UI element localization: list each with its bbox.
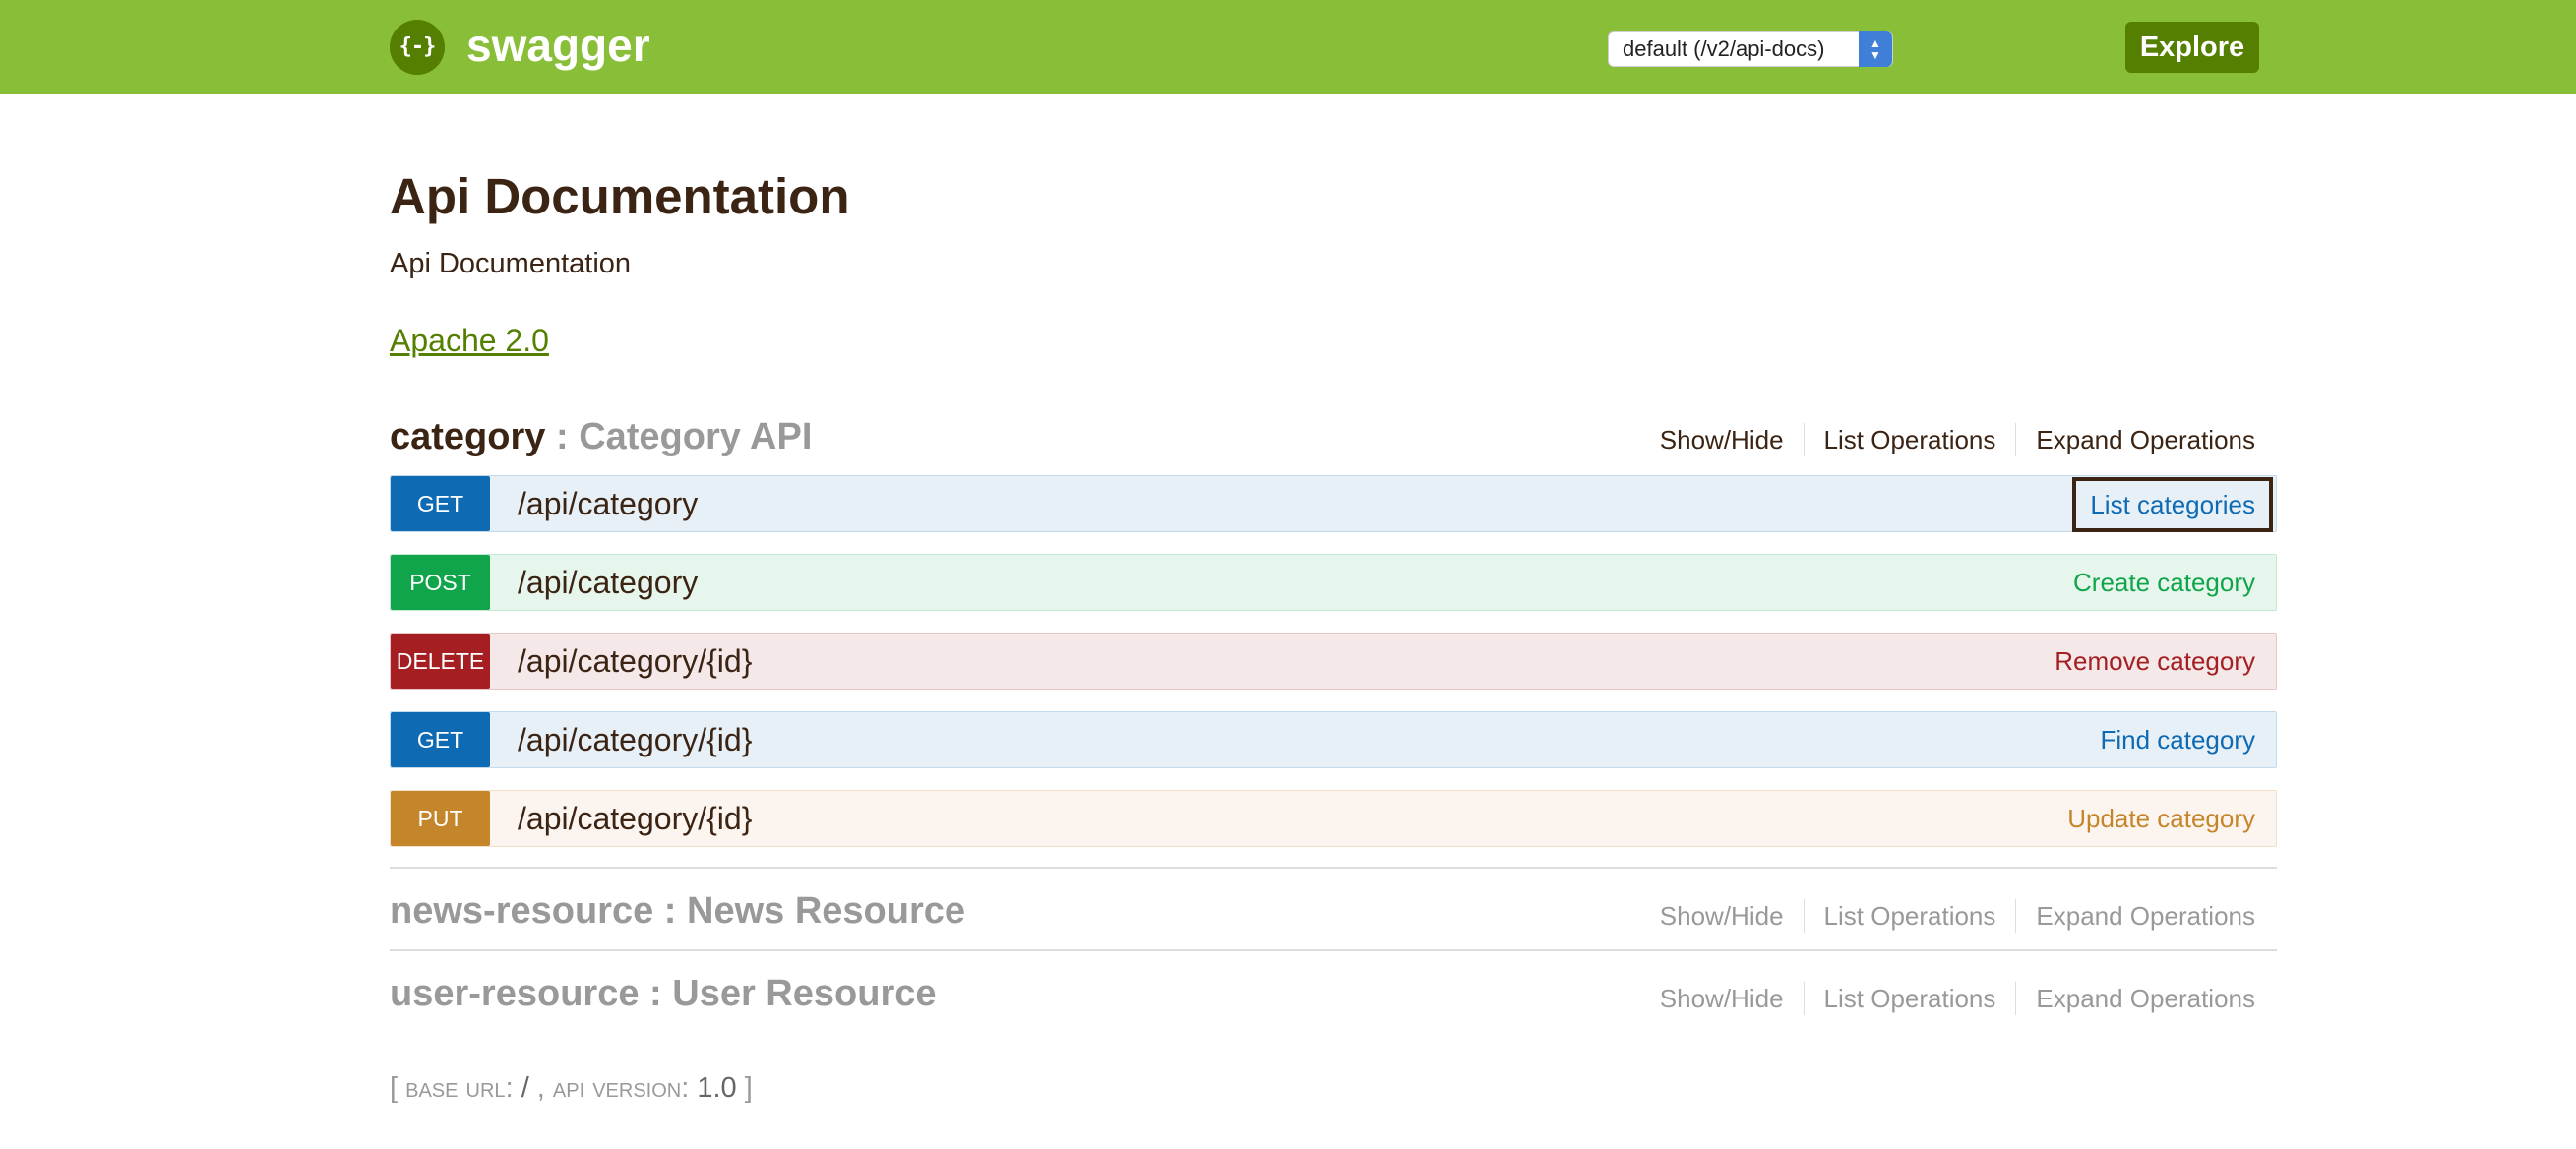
method-badge-get[interactable]: GET [391, 476, 490, 531]
api-version-value: 1.0 [697, 1072, 737, 1104]
api-version-label: api version [552, 1072, 682, 1104]
operation-get-api-category[interactable]: GET /api/category List categories [390, 475, 2277, 532]
api-docs-select[interactable]: default (/v2/api-docs) ▲ ▼ [1608, 31, 1893, 67]
resource-heading-user-resource[interactable]: user-resource : User Resource [390, 970, 937, 1017]
base-url-label: base url [405, 1072, 506, 1104]
license-link[interactable]: Apache 2.0 [390, 321, 549, 360]
top-bar: {-} swagger default (/v2/api-docs) ▲ ▼ Ex… [0, 0, 2576, 94]
method-badge-delete[interactable]: DELETE [391, 634, 490, 689]
resource-divider [390, 949, 2277, 951]
show-hide-link[interactable]: Show/Hide [1660, 424, 1784, 455]
operation-path[interactable]: /api/category/{id} [518, 712, 752, 767]
operation-delete-api-category-id[interactable]: DELETE /api/category/{id} Remove categor… [390, 633, 2277, 690]
list-operations-link[interactable]: List Operations [1824, 900, 1996, 932]
operation-path[interactable]: /api/category/{id} [518, 791, 752, 846]
operation-get-api-category-id[interactable]: GET /api/category/{id} Find category [390, 711, 2277, 768]
resource-heading-news-resource[interactable]: news-resource : News Resource [390, 887, 965, 935]
operation-summary[interactable]: Find category [2100, 712, 2255, 767]
footer-colon: : [505, 1072, 521, 1104]
action-divider [1803, 982, 1805, 1015]
expand-operations-link[interactable]: Expand Operations [2036, 424, 2255, 455]
resource-description: User Resource [672, 973, 937, 1014]
operation-path[interactable]: /api/category/{id} [518, 634, 752, 689]
operation-summary[interactable]: Remove category [2055, 634, 2255, 689]
footer-comma: , [528, 1072, 553, 1104]
list-operations-link[interactable]: List Operations [1824, 424, 1996, 455]
base-url-value: / [521, 1072, 529, 1104]
operation-path[interactable]: /api/category [518, 555, 698, 610]
resource-separator: : [545, 416, 580, 457]
api-footer: [ base url: / , api version: 1.0 ] [390, 1068, 753, 1108]
resource-name[interactable]: user-resource [390, 973, 639, 1014]
swagger-logo-text[interactable]: swagger [466, 16, 650, 75]
page-title: Api Documentation [390, 168, 850, 224]
method-badge-put[interactable]: PUT [391, 791, 490, 846]
api-docs-select-value: default (/v2/api-docs) [1623, 36, 1825, 61]
resource-description: Category API [579, 416, 813, 457]
action-divider [1803, 899, 1805, 933]
resource-description: News Resource [687, 890, 966, 932]
swagger-logo-icon[interactable]: {-} [390, 20, 445, 75]
method-badge-post[interactable]: POST [391, 555, 490, 610]
operation-summary[interactable]: Create category [2073, 555, 2255, 610]
action-divider [2015, 423, 2017, 456]
footer-bracket-open: [ [390, 1072, 406, 1104]
page-description: Api Documentation [390, 248, 632, 279]
action-divider [2015, 982, 2017, 1015]
resource-actions-category: Show/Hide List Operations Expand Operati… [1660, 423, 2255, 456]
action-divider [2015, 899, 2017, 933]
action-divider [1803, 423, 1805, 456]
list-operations-link[interactable]: List Operations [1824, 983, 1996, 1014]
resource-heading-category[interactable]: category : Category API [390, 413, 812, 460]
resource-actions-news-resource: Show/Hide List Operations Expand Operati… [1660, 899, 2255, 933]
show-hide-link[interactable]: Show/Hide [1660, 983, 1784, 1014]
resource-name[interactable]: news-resource [390, 890, 653, 932]
resource-separator: : [653, 890, 688, 932]
footer-colon: : [681, 1072, 698, 1104]
resource-divider [390, 867, 2277, 869]
expand-operations-link[interactable]: Expand Operations [2036, 900, 2255, 932]
operation-post-api-category[interactable]: POST /api/category Create category [390, 554, 2277, 611]
resource-name[interactable]: category [390, 416, 545, 457]
show-hide-link[interactable]: Show/Hide [1660, 900, 1784, 932]
explore-button[interactable]: Explore [2125, 22, 2259, 73]
select-arrows-icon: ▲ ▼ [1859, 31, 1892, 67]
resource-separator: : [639, 973, 673, 1014]
expand-operations-link[interactable]: Expand Operations [2036, 983, 2255, 1014]
operation-summary[interactable]: List categories [2072, 477, 2273, 532]
method-badge-get[interactable]: GET [391, 712, 490, 767]
resource-actions-user-resource: Show/Hide List Operations Expand Operati… [1660, 982, 2255, 1015]
footer-bracket-close: ] [736, 1072, 753, 1104]
operation-summary[interactable]: Update category [2067, 791, 2255, 846]
operation-put-api-category-id[interactable]: PUT /api/category/{id} Update category [390, 790, 2277, 847]
operation-path[interactable]: /api/category [518, 476, 698, 531]
